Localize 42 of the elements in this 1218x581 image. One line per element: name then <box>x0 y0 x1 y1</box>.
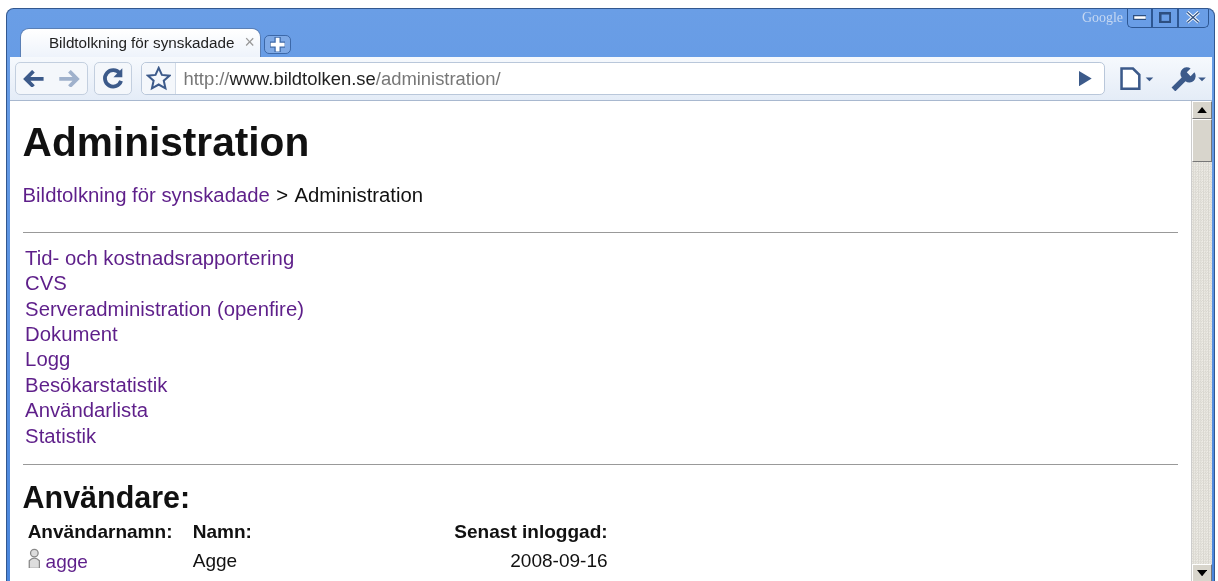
maximize-button[interactable] <box>1152 8 1178 28</box>
plus-icon <box>269 36 286 53</box>
breadcrumb-current: Administration <box>294 182 424 208</box>
minimize-icon <box>1132 15 1147 21</box>
section-heading: Användare: <box>22 480 192 517</box>
maximize-icon <box>1158 11 1172 24</box>
scroll-down-icon[interactable] <box>1196 569 1207 576</box>
admin-link[interactable]: Besökarstatistik <box>25 372 168 399</box>
back-icon <box>22 69 46 88</box>
admin-link[interactable]: Användarlista <box>25 398 149 424</box>
scrollbar[interactable] <box>1190 101 1212 581</box>
column-header: Användarnamn: <box>25 518 191 548</box>
table-cell-text: Agge <box>191 549 239 574</box>
breadcrumb-separator: > <box>276 182 289 208</box>
user-icon <box>27 547 41 569</box>
browser-tab[interactable]: Bildtolkning för synskadade × <box>20 27 262 57</box>
close-icon <box>1186 11 1201 24</box>
table-cell-text: 2008-09-16 <box>509 549 609 574</box>
admin-link[interactable]: Tid- och kostnadsrapportering <box>25 245 295 272</box>
bookmark-star-button[interactable] <box>141 63 176 94</box>
column-header: Namn: <box>191 519 253 544</box>
page-menu-icon <box>1119 65 1155 92</box>
star-icon <box>145 65 171 92</box>
page-menu-button[interactable] <box>1119 65 1155 92</box>
go-icon[interactable] <box>1078 70 1092 87</box>
admin-link[interactable]: Statistik <box>25 423 97 449</box>
reload-icon <box>101 67 125 90</box>
brand-name: Google <box>1081 9 1123 26</box>
admin-link[interactable]: CVS <box>25 271 67 297</box>
admin-link[interactable]: Serveradministration (openfire) <box>25 296 304 322</box>
minimize-button[interactable] <box>1126 8 1153 28</box>
scroll-up-icon[interactable] <box>1196 107 1207 114</box>
breadcrumb-link[interactable]: Bildtolkning för synskadade <box>22 182 270 208</box>
new-tab-button[interactable] <box>263 34 292 55</box>
forward-icon <box>57 69 81 88</box>
admin-link[interactable]: Dokument <box>25 322 118 348</box>
page-title: Administration <box>22 119 311 167</box>
admin-link[interactable]: Logg <box>25 347 71 373</box>
close-button[interactable] <box>1177 8 1210 28</box>
scrollbar-thumb[interactable] <box>1191 119 1212 163</box>
column-header: Senast inloggad: <box>453 519 609 544</box>
username-link[interactable]: agge <box>45 551 88 573</box>
